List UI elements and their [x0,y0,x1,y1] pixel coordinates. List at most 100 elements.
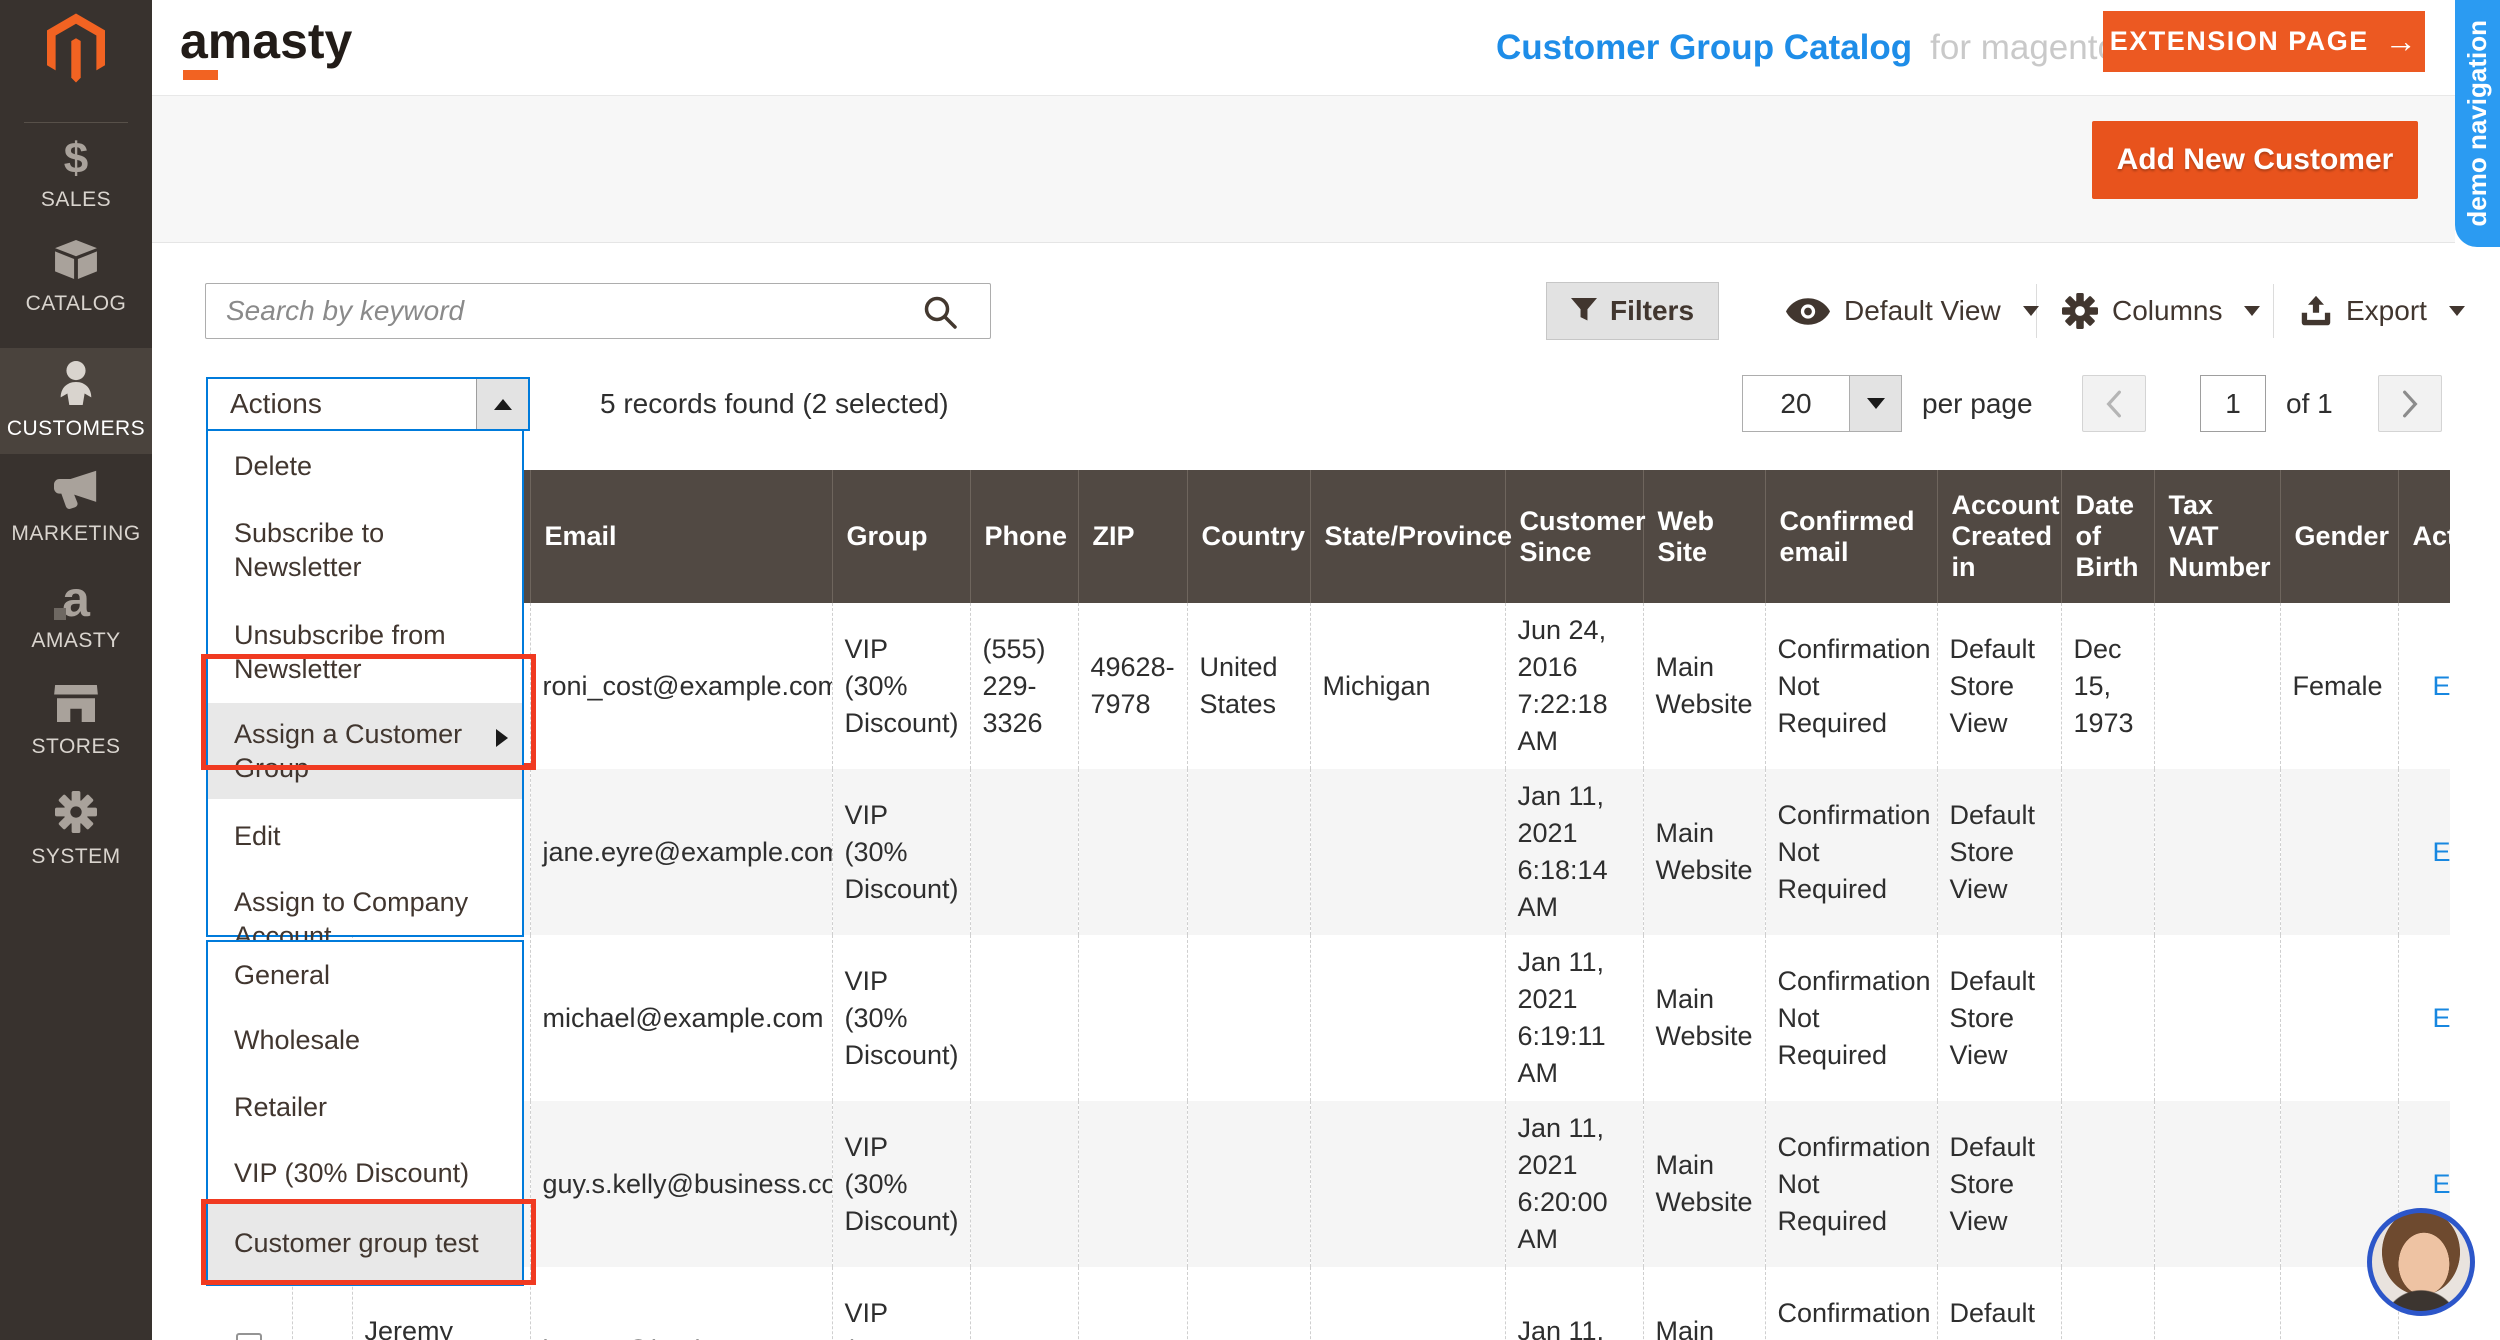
cell-email: guy.s.kelly@business.com [530,1101,832,1267]
sidebar-item-sales[interactable]: $SALES [0,124,152,224]
cell-web-site: Main Website [1643,935,1765,1101]
submenu-item-vip-30-discount[interactable]: VIP (30% Discount) [208,1138,522,1204]
sidebar-item-stores[interactable]: STORES [0,672,152,772]
edit-link[interactable]: Edit [2433,1003,2451,1033]
edit-link[interactable]: Edit [2433,1335,2451,1340]
chevron-left-icon [2103,389,2125,419]
column-header-confirmed-email[interactable]: Confirmed email [1765,470,1937,603]
search-input[interactable] [205,283,991,339]
actions-dropdown-toggle[interactable] [476,379,528,429]
table-row: michael@example.comVIP (30% Discount)Jan… [206,935,2450,1101]
column-header-customer-since[interactable]: Customer Since [1505,470,1643,603]
cell-phone [970,935,1078,1101]
edit-link[interactable]: Edit [2433,837,2451,867]
actions-menu: DeleteSubscribe to NewsletterUnsubscribe… [206,429,524,937]
cell-customer-since: Jan 11, 2021 6:20:00 AM [1505,1101,1643,1267]
menu-item-assign-a-customer-group[interactable]: Assign a Customer Group [208,703,522,799]
submenu-item-retailer[interactable]: Retailer [208,1072,522,1138]
sidebar-item-catalog[interactable]: CATALOG [0,228,152,328]
catalog-box-icon [53,240,99,280]
sidebar-divider [24,122,128,123]
column-header-country[interactable]: Country [1187,470,1310,603]
cell-state-province [1310,1267,1505,1340]
cell-account-created-in: Default Store View [1937,769,2061,935]
cell-group: VIP (30% Discount) [832,935,970,1101]
menu-item-subscribe-to-newsletter[interactable]: Subscribe to Newsletter [208,499,522,601]
chevron-right-icon [2399,389,2421,419]
column-header-phone[interactable]: Phone [970,470,1078,603]
edit-link[interactable]: Edit [2433,671,2451,701]
column-header-group[interactable]: Group [832,470,970,603]
menu-item-delete[interactable]: Delete [208,431,522,499]
submenu-item-general[interactable]: General [208,942,522,1008]
column-header-gender[interactable]: Gender [2280,470,2398,603]
sidebar-item-customers[interactable]: CUSTOMERS [0,348,152,454]
previous-page-button[interactable] [2082,375,2146,432]
next-page-button[interactable] [2378,375,2442,432]
cell-zip [1078,1267,1187,1340]
cell-zip: 49628-7978 [1078,603,1187,769]
column-header-action[interactable]: Action [2398,470,2450,603]
column-header-date-of-birth[interactable]: Date of Birth [2061,470,2154,603]
submenu-item-wholesale[interactable]: Wholesale [208,1008,522,1072]
per-page-toggle[interactable] [1849,376,1901,431]
add-new-customer-button[interactable]: Add New Customer [2092,121,2418,199]
sidebar-item-label: CUSTOMERS [7,417,145,441]
amasty-logo[interactable]: amasty [180,12,352,70]
cell-date-of-birth [2061,769,2154,935]
cell-group: VIP (30% Discount) [832,769,970,935]
cell-action: Edit [2398,769,2450,935]
cell-state-province [1310,769,1505,935]
sidebar-item-system[interactable]: SYSTEM [0,780,152,880]
column-header-email[interactable]: Email [530,470,832,603]
submenu-item-customer-group-test[interactable]: Customer group test [208,1204,522,1284]
column-header-account-created-in[interactable]: Account Created in [1937,470,2061,603]
cell-country: United States [1187,603,1310,769]
view-selector[interactable]: Default View [1786,282,2039,340]
export-selector[interactable]: Export [2300,282,2465,340]
cell-date-of-birth [2061,1267,2154,1340]
sidebar-item-marketing[interactable]: MARKETING [0,458,152,558]
cell-web-site: Main Website [1643,1101,1765,1267]
cell-phone: (555) 229-3326 [970,603,1078,769]
cell-date-of-birth [2061,935,2154,1101]
menu-item-edit[interactable]: Edit [208,799,522,867]
columns-selector[interactable]: Columns [2062,282,2260,340]
chevron-down-icon [2023,306,2039,316]
cell-gender [2280,769,2398,935]
sidebar-item-amasty[interactable]: aAMASTY [0,564,152,664]
column-header-tax-vat-number[interactable]: Tax VAT Number [2154,470,2280,603]
magento-logo-icon[interactable] [0,0,152,96]
right-arrow-icon: → [2385,23,2419,60]
search-icon[interactable] [922,294,958,335]
column-header-zip[interactable]: ZIP [1078,470,1187,603]
amasty-a-icon: a [62,576,90,622]
chevron-up-icon [494,399,512,410]
actions-dropdown[interactable]: Actions [206,377,530,431]
export-icon [2300,295,2332,327]
demo-navigation-tab[interactable]: demo navigation [2455,0,2500,247]
cell-customer-since: Jan 11, 2021 6:18:14 AM [1505,769,1643,935]
column-header-web-site[interactable]: Web Site [1643,470,1765,603]
cell-customer-since: Jun 24, 2016 7:22:18 AM [1505,603,1643,769]
megaphone-icon [54,470,98,510]
cell-country [1187,935,1310,1101]
cell-action: Edit [2398,603,2450,769]
person-icon [58,361,94,405]
extension-page-button[interactable]: EXTENSION PAGE → [2103,11,2425,72]
edit-link[interactable]: Edit [2433,1169,2451,1199]
cell-action: Edit [2398,935,2450,1101]
sidebar-item-label: CATALOG [26,292,127,316]
per-page-select[interactable]: 20 [1742,375,1902,432]
customer-group-submenu: GeneralWholesaleRetailerVIP (30% Discoun… [206,940,524,1286]
support-avatar[interactable] [2367,1208,2475,1316]
current-page-input[interactable] [2200,375,2266,432]
cell-account-created-in: Default Store View [1937,935,2061,1101]
cell-group: VIP (30% Discount) [832,1101,970,1267]
menu-item-unsubscribe-from-newsletter[interactable]: Unsubscribe from Newsletter [208,601,522,703]
table-row: roni_cost@example.comVIP (30% Discount)(… [206,603,2450,769]
cell-phone [970,769,1078,935]
filters-button[interactable]: Filters [1546,282,1719,340]
row-checkbox[interactable] [236,1333,262,1340]
column-header-state-province[interactable]: State/Province [1310,470,1505,603]
